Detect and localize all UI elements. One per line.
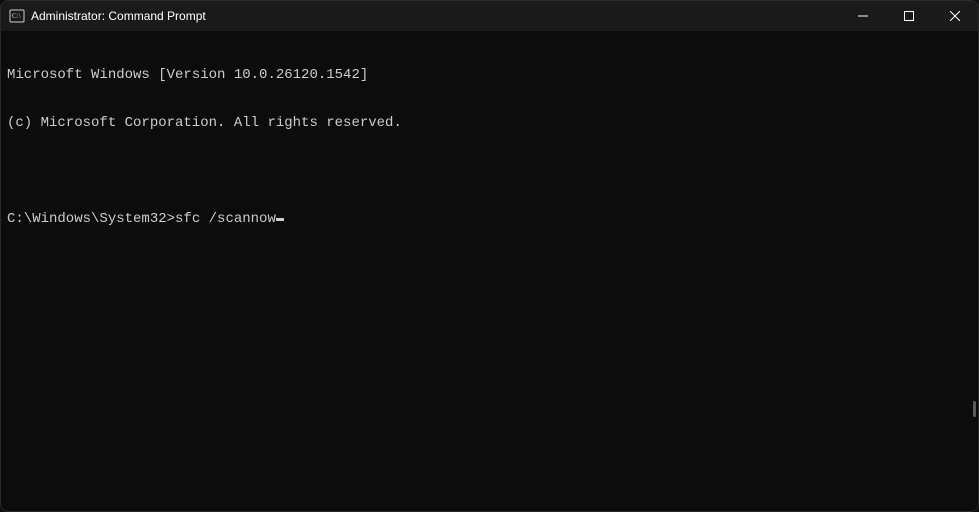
window-title: Administrator: Command Prompt bbox=[31, 9, 206, 23]
prompt-line: C:\Windows\System32>sfc /scannow bbox=[7, 211, 972, 227]
blank-line bbox=[7, 163, 972, 179]
copyright-line: (c) Microsoft Corporation. All rights re… bbox=[7, 115, 972, 131]
scrollbar-thumb[interactable] bbox=[973, 401, 976, 417]
window-controls bbox=[840, 1, 978, 31]
scrollbar[interactable] bbox=[970, 31, 976, 511]
command-prompt-window: C:\ Administrator: Command Prompt Micros… bbox=[0, 0, 979, 512]
titlebar[interactable]: C:\ Administrator: Command Prompt bbox=[1, 1, 978, 31]
terminal-output[interactable]: Microsoft Windows [Version 10.0.26120.15… bbox=[1, 31, 978, 511]
command-prompt-icon: C:\ bbox=[9, 8, 25, 24]
titlebar-left: C:\ Administrator: Command Prompt bbox=[1, 8, 840, 24]
svg-text:C:\: C:\ bbox=[12, 12, 21, 20]
entered-command: sfc /scannow bbox=[175, 211, 276, 227]
prompt-path: C:\Windows\System32> bbox=[7, 211, 175, 227]
maximize-button[interactable] bbox=[886, 1, 932, 31]
version-line: Microsoft Windows [Version 10.0.26120.15… bbox=[7, 67, 972, 83]
minimize-button[interactable] bbox=[840, 1, 886, 31]
cursor-icon bbox=[276, 218, 284, 221]
close-button[interactable] bbox=[932, 1, 978, 31]
